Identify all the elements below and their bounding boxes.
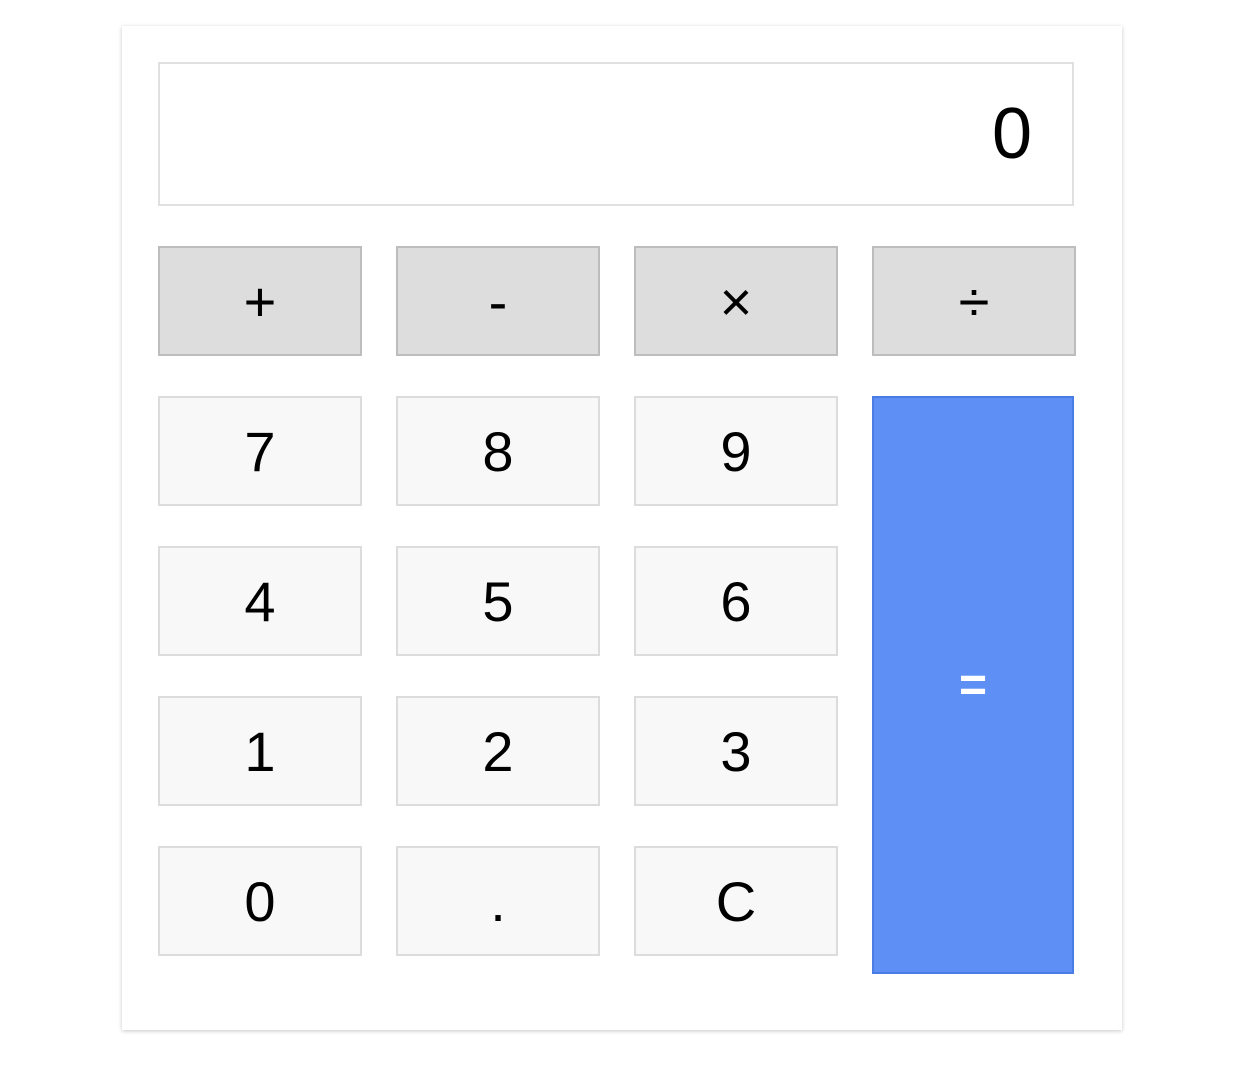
display-value: 0: [991, 94, 1032, 174]
digit-7-button[interactable]: 7: [158, 396, 362, 506]
digit-1-button[interactable]: 1: [158, 696, 362, 806]
digit-5-button[interactable]: 5: [396, 546, 600, 656]
add-button[interactable]: +: [158, 246, 362, 356]
calculator: 0 + - × ÷ 7 8 9 4 5 6 1 2 3 0 . C =: [122, 26, 1122, 1030]
digit-2-button[interactable]: 2: [396, 696, 600, 806]
digit-9-button[interactable]: 9: [634, 396, 838, 506]
calculator-display: 0: [158, 62, 1074, 206]
decimal-button[interactable]: .: [396, 846, 600, 956]
multiply-button[interactable]: ×: [634, 246, 838, 356]
digit-4-button[interactable]: 4: [158, 546, 362, 656]
digit-0-button[interactable]: 0: [158, 846, 362, 956]
divide-button[interactable]: ÷: [872, 246, 1076, 356]
digit-8-button[interactable]: 8: [396, 396, 600, 506]
digit-6-button[interactable]: 6: [634, 546, 838, 656]
clear-button[interactable]: C: [634, 846, 838, 956]
digit-3-button[interactable]: 3: [634, 696, 838, 806]
subtract-button[interactable]: -: [396, 246, 600, 356]
equals-button[interactable]: =: [872, 396, 1074, 974]
